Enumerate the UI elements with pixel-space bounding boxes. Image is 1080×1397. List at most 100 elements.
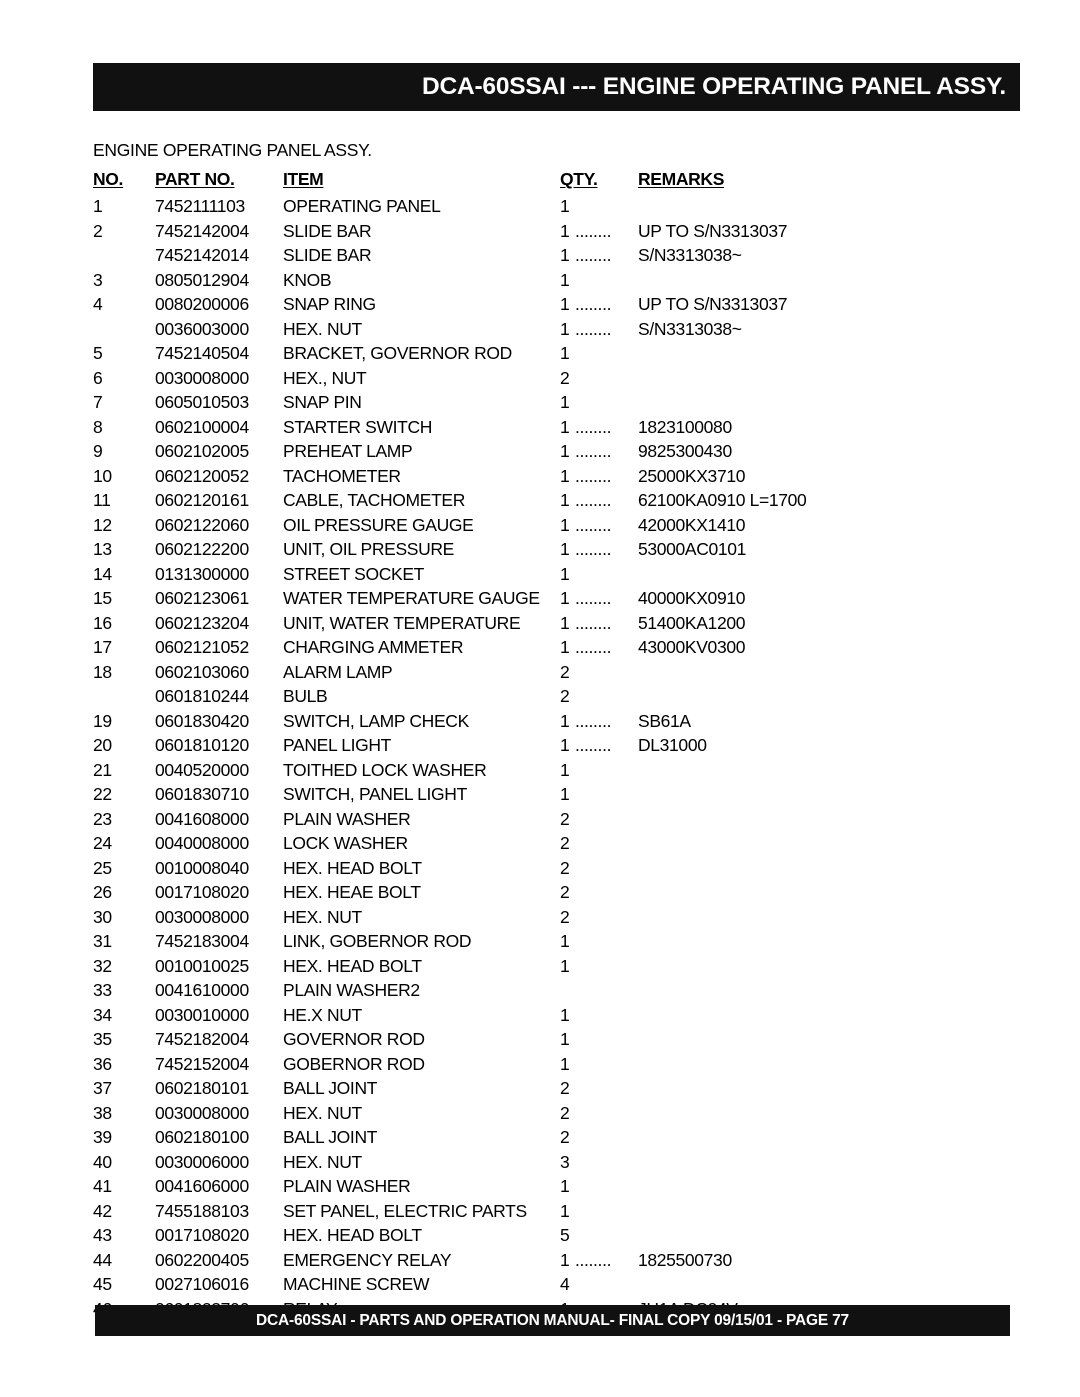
cell-part_no: 0602120052	[155, 465, 249, 486]
cell-item: BALL JOINT	[283, 1127, 378, 1147]
cell-no: 19	[93, 710, 112, 731]
cell-qty: 1	[560, 392, 570, 412]
table-row: 40 0030006000 HEX. NUT 3	[93, 1150, 1023, 1175]
cell-no: 23	[93, 808, 112, 829]
cell-item: KNOB	[283, 269, 332, 290]
column-header-part-no: PART NO.	[155, 169, 235, 189]
cell-qty: 1	[560, 735, 570, 755]
cell-remarks: 62100KA0910 L=1700	[638, 490, 807, 510]
cell-item: EMERGENCY RELAY	[283, 1249, 452, 1270]
cell-no: 45	[93, 1274, 112, 1294]
leader-dots: ........	[575, 735, 612, 755]
cell-qty: 1	[560, 710, 570, 731]
cell-qty: 2	[560, 808, 570, 829]
cell-part_no: 0030008000	[155, 1102, 249, 1123]
cell-qty: 1	[560, 588, 570, 608]
cell-item: PLAIN WASHER	[283, 1176, 411, 1196]
table-row: 19 0601830420 SWITCH, LAMP CHECK 1........ S…	[93, 709, 1023, 734]
table-row: 39 0602180100 BALL JOINT 2	[93, 1125, 1023, 1150]
cell-part_no: 7452111103	[155, 196, 245, 216]
cell-qty: 2	[560, 1078, 570, 1098]
cell-remarks: 43000KV0300	[638, 637, 746, 657]
cell-part_no: 7452182004	[155, 1029, 249, 1049]
table-row: 26 0017108020 HEX. HEAE BOLT 2	[93, 880, 1023, 905]
cell-qty: 2	[560, 833, 570, 853]
cell-item: SWITCH, PANEL LIGHT	[283, 784, 467, 804]
table-row: 35 7452182004 GOVERNOR ROD 1	[93, 1027, 1023, 1052]
cell-part_no: 0030006000	[155, 1151, 249, 1172]
table-row: 6 0030008000 HEX., NUT 2	[93, 366, 1023, 391]
cell-qty: 1	[560, 1053, 570, 1074]
cell-item: LOCK WASHER	[283, 833, 408, 853]
cell-qty: 2	[560, 882, 570, 902]
leader-dots: ........	[575, 514, 612, 535]
cell-qty: 1	[560, 294, 570, 314]
cell-remarks: UP TO S/N3313037	[638, 220, 788, 241]
table-row: 24 0040008000 LOCK WASHER 2	[93, 831, 1023, 856]
table-row: 15 0602123061 WATER TEMPERATURE GAUGE 1....…	[93, 586, 1023, 611]
table-row: 16 0602123204 UNIT, WATER TEMPERATURE 1....…	[93, 611, 1023, 636]
cell-part_no: 0027106016	[155, 1274, 249, 1294]
cell-no: 11	[93, 490, 111, 510]
cell-item: ALARM LAMP	[283, 661, 393, 682]
leader-dots: ........	[575, 637, 612, 657]
table-header-row: NO. PART NO. ITEM QTY. REMARKS	[93, 166, 1023, 194]
table-row: 9 0602102005 PREHEAT LAMP 1........ 98253004…	[93, 439, 1023, 464]
leader-dots: ........	[575, 588, 612, 608]
table-row: 22 0601830710 SWITCH, PANEL LIGHT 1	[93, 782, 1023, 807]
cell-item: HEX. NUT	[283, 1151, 362, 1172]
cell-item: CHARGING AMMETER	[283, 637, 464, 657]
cell-part_no: 0017108020	[155, 882, 249, 902]
cell-no: 26	[93, 882, 112, 902]
cell-item: HEX., NUT	[283, 367, 367, 388]
cell-part_no: 0602180100	[155, 1127, 249, 1147]
cell-no: 25	[93, 857, 112, 878]
cell-part_no: 0040520000	[155, 759, 249, 780]
column-header-item: ITEM	[283, 169, 324, 189]
page-header-banner: DCA-60SSAI --- ENGINE OPERATING PANEL AS…	[93, 63, 1020, 111]
cell-part_no: 0041610000	[155, 980, 249, 1000]
cell-no: 32	[93, 955, 112, 976]
cell-qty: 1	[560, 318, 570, 339]
cell-qty: 1	[560, 637, 570, 657]
table-row: 20 0601810120 PANEL LIGHT 1........ DL31000	[93, 733, 1023, 758]
cell-part_no: 0080200006	[155, 294, 249, 314]
cell-item: OPERATING PANEL	[283, 196, 441, 216]
cell-item: HEX. HEAD BOLT	[283, 1225, 422, 1245]
cell-part_no: 0602102005	[155, 441, 249, 461]
cell-no: 14	[93, 563, 112, 584]
table-row: 0036003000 HEX. NUT 1........ S/N3313038~	[93, 317, 1023, 342]
cell-part_no: 0041606000	[155, 1176, 249, 1196]
cell-part_no: 0602120161	[155, 490, 249, 510]
cell-qty: 2	[560, 661, 570, 682]
cell-qty: 1	[560, 931, 570, 951]
cell-remarks: S/N3313038~	[638, 245, 742, 265]
cell-part_no: 0602200405	[155, 1249, 249, 1270]
table-row: 10 0602120052 TACHOMETER 1........ 25000KX37…	[93, 464, 1023, 489]
table-row: 38 0030008000 HEX. NUT 2	[93, 1101, 1023, 1126]
cell-no: 4	[93, 294, 103, 314]
cell-no: 22	[93, 784, 112, 804]
cell-no: 17	[93, 637, 112, 657]
table-row: 17 0602121052 CHARGING AMMETER 1........ 430…	[93, 635, 1023, 660]
cell-qty: 1	[560, 196, 570, 216]
cell-part_no: 0602103060	[155, 661, 249, 682]
cell-part_no: 0131300000	[155, 563, 249, 584]
cell-part_no: 0602123204	[155, 612, 249, 633]
table-row: 12 0602122060 OIL PRESSURE GAUGE 1........ 4…	[93, 513, 1023, 538]
cell-item: PREHEAT LAMP	[283, 441, 413, 461]
cell-qty: 1	[560, 1200, 570, 1221]
cell-item: HEX. NUT	[283, 318, 362, 339]
cell-no: 16	[93, 612, 112, 633]
table-row: 3 0805012904 KNOB 1	[93, 268, 1023, 293]
table-row: 34 0030010000 HE.X NUT 1	[93, 1003, 1023, 1028]
cell-no: 15	[93, 588, 112, 608]
table-row: 1 7452111103 OPERATING PANEL 1	[93, 194, 1023, 219]
cell-qty: 1	[560, 612, 570, 633]
cell-part_no: 0602180101	[155, 1078, 249, 1098]
leader-dots: ........	[575, 416, 612, 437]
cell-no: 30	[93, 906, 112, 927]
cell-no: 5	[93, 343, 103, 363]
cell-remarks: SB61A	[638, 710, 691, 731]
cell-item: PLAIN WASHER2	[283, 980, 420, 1000]
